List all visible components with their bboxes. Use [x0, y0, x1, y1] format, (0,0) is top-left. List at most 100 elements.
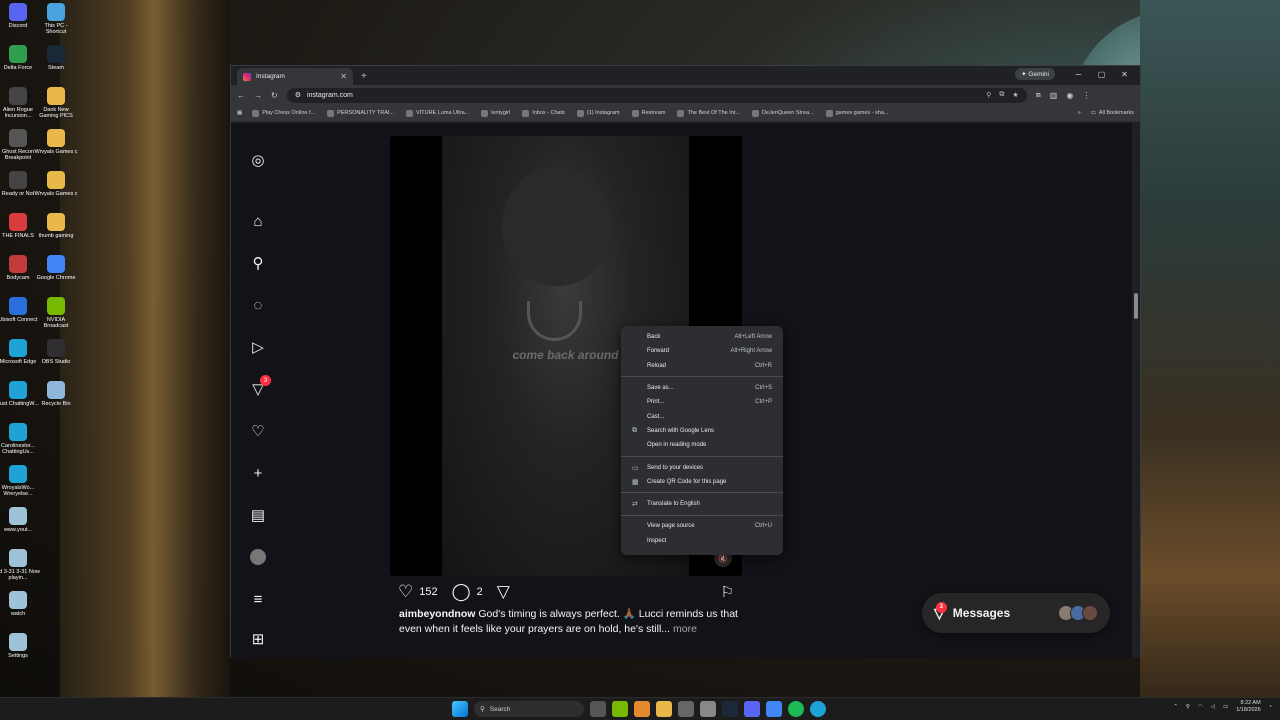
desktop-icon[interactable]: Wrvyals Games c: [34, 129, 78, 155]
all-bookmarks-button[interactable]: ▭ All Bookmarks: [1091, 110, 1134, 116]
like-heart-icon[interactable]: ♡: [398, 582, 413, 602]
desktop-icon[interactable]: NVIDIA Broadcast: [34, 297, 78, 330]
instagram-logo-icon[interactable]: ◎: [247, 149, 269, 171]
spotify-icon[interactable]: [788, 701, 804, 717]
bookmark-item[interactable]: DeJenQueen Strea...: [751, 109, 814, 117]
nvidia-icon[interactable]: [612, 701, 628, 717]
edge-icon[interactable]: [810, 701, 826, 717]
bookmark-item[interactable]: Play Chess Online f...: [252, 109, 315, 117]
context-menu-item[interactable]: ⇄ Translate to English: [621, 497, 783, 511]
install-app-icon[interactable]: ⧉: [999, 91, 1004, 99]
location-icon[interactable]: ⚲: [1186, 704, 1190, 710]
also-from-meta-icon[interactable]: ⊞: [247, 628, 269, 650]
desktop-icon[interactable]: Dank New Gaming PICS: [34, 87, 78, 120]
task-view-icon[interactable]: [590, 701, 606, 717]
zoom-icon[interactable]: ⚲: [986, 91, 991, 99]
tab-instagram[interactable]: Instagram ✕: [237, 68, 353, 85]
address-bar[interactable]: ⚙ instagram.com ⚲ ⧉ ★: [286, 87, 1027, 103]
close-window-icon[interactable]: ✕: [1113, 70, 1136, 79]
post-username[interactable]: aimbeyondnow: [399, 608, 475, 620]
create-plus-icon[interactable]: +: [247, 462, 269, 484]
scrollbar-thumb[interactable]: [1134, 293, 1138, 319]
gemini-button[interactable]: ✦ Gemini: [1015, 68, 1055, 80]
tray-overflow-icon[interactable]: ⌃: [1173, 704, 1178, 710]
bookmark-item[interactable]: Inbox - Chats: [522, 109, 565, 117]
notifications-heart-icon[interactable]: ♡: [247, 420, 269, 442]
bookmark-item[interactable]: games games - sha...: [825, 109, 889, 117]
desktop-icon[interactable]: Carolinestor... ChattingUs...: [0, 423, 40, 456]
minimize-icon[interactable]: ─: [1067, 70, 1090, 79]
reels-icon[interactable]: ▷: [247, 336, 269, 358]
bookmarks-apps-icon[interactable]: ▦: [237, 110, 242, 116]
more-link[interactable]: more: [673, 623, 697, 635]
wifi-icon[interactable]: ◠: [1198, 704, 1203, 710]
bookmark-item[interactable]: The Best Of The Int...: [677, 109, 740, 117]
share-icon[interactable]: ▽: [497, 582, 510, 602]
bookmark-item[interactable]: Restream: [631, 109, 665, 117]
desktop-icon[interactable]: thumb gaming: [34, 213, 78, 239]
context-menu-item[interactable]: ⧉ Search with Google Lens: [621, 424, 783, 438]
settings-gear-icon[interactable]: [700, 701, 716, 717]
new-tab-icon[interactable]: +: [361, 71, 367, 82]
bookmark-item[interactable]: (1) Instagram: [576, 109, 620, 117]
save-bookmark-icon[interactable]: ⚐: [721, 583, 734, 601]
desktop-icon[interactable]: Wrvyals Games c: [34, 171, 78, 197]
search-icon[interactable]: ⚲: [247, 252, 269, 274]
reload-icon[interactable]: ↻: [271, 91, 278, 100]
profile-icon[interactable]: ◉: [1066, 91, 1073, 100]
more-menu-icon[interactable]: ≡: [247, 588, 269, 610]
maximize-icon[interactable]: ▢: [1090, 70, 1113, 79]
chrome-icon[interactable]: [766, 701, 782, 717]
desktop-icon[interactable]: OBS Studio: [34, 339, 78, 365]
home-icon[interactable]: ⌂: [247, 210, 269, 232]
dashboard-icon[interactable]: ▤: [247, 504, 269, 526]
context-menu-item[interactable]: Inspect: [621, 534, 783, 548]
context-menu-item[interactable]: View page source Ctrl+U: [621, 519, 783, 533]
context-menu-item[interactable]: ▦ Create QR Code for this page: [621, 475, 783, 489]
context-menu-item[interactable]: Print... Ctrl+P: [621, 395, 783, 409]
context-menu-item[interactable]: Reload Ctrl+R: [621, 359, 783, 373]
desktop-icon[interactable]: This PC - Shortcut: [34, 3, 78, 36]
close-tab-icon[interactable]: ✕: [340, 72, 347, 81]
bookmark-star-icon[interactable]: ★: [1012, 91, 1018, 99]
side-panel-icon[interactable]: ▥: [1050, 91, 1058, 100]
desktop-icon[interactable]: watch: [0, 591, 40, 617]
store-icon[interactable]: [678, 701, 694, 717]
bookmark-item[interactable]: lentygirl: [481, 109, 510, 117]
bookmark-item[interactable]: VITURE Luma Ultra...: [406, 109, 469, 117]
bookmarks-overflow-icon[interactable]: »: [1078, 110, 1081, 116]
file-explorer-icon[interactable]: [656, 701, 672, 717]
copilot-icon[interactable]: [634, 701, 650, 717]
desktop-icon[interactable]: www.yout...: [0, 507, 40, 533]
forward-arrow-icon[interactable]: →: [254, 91, 262, 100]
bookmark-item[interactable]: PERSONALITY TRAI...: [327, 109, 394, 117]
profile-avatar[interactable]: [247, 546, 269, 568]
desktop-icon[interactable]: Google Chrome: [34, 255, 78, 281]
steam-icon[interactable]: [722, 701, 738, 717]
context-menu-item[interactable]: Open in reading mode: [621, 438, 783, 452]
context-menu-item[interactable]: Save as... Ctrl+S: [621, 381, 783, 395]
desktop-icon[interactable]: Settings: [0, 633, 40, 659]
notifications-bell-icon[interactable]: ◔: [1269, 704, 1272, 710]
volume-icon[interactable]: ◁: [1211, 704, 1215, 710]
desktop-icon[interactable]: Steam: [34, 45, 78, 71]
back-arrow-icon[interactable]: ←: [237, 91, 245, 100]
comment-icon[interactable]: ◯: [452, 582, 471, 602]
battery-icon[interactable]: ▭: [1223, 704, 1228, 710]
taskbar-search[interactable]: ⚲ Search: [474, 701, 584, 717]
discord-icon[interactable]: [744, 701, 760, 717]
site-info-icon[interactable]: ⚙: [295, 91, 301, 99]
direct-messages-icon[interactable]: ▽ 3: [247, 375, 271, 400]
context-menu-item[interactable]: Forward Alt+Right Arrow: [621, 344, 783, 358]
clock[interactable]: 8:22 AM 1/18/2026: [1236, 700, 1260, 714]
page-scrollbar[interactable]: [1132, 123, 1140, 658]
context-menu-item[interactable]: Back Alt+Left Arrow: [621, 330, 783, 344]
explore-icon[interactable]: ◌: [247, 294, 269, 316]
desktop-icon[interactable]: WroyalsWo... Wreryelse...: [0, 465, 40, 498]
desktop-icon[interactable]: 4d 3-31 3-31 Now playin...: [0, 549, 40, 582]
context-menu-item[interactable]: Cast...: [621, 409, 783, 423]
extensions-icon[interactable]: ⧈: [1036, 90, 1041, 100]
desktop-icon[interactable]: Recycle Bin: [34, 381, 78, 407]
start-windows-icon[interactable]: [452, 701, 468, 717]
menu-kebab-icon[interactable]: ⋮: [1082, 91, 1090, 100]
